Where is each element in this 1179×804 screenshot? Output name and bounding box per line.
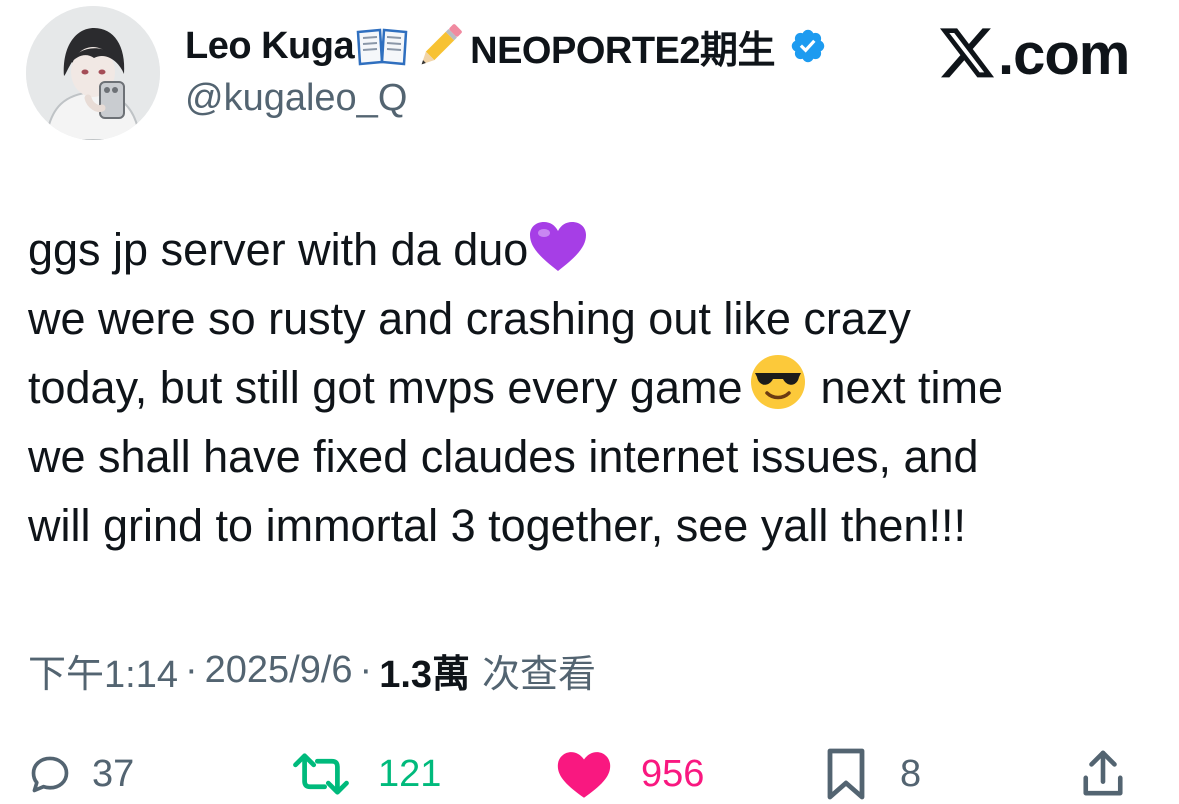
- tweet-line: will grind to immortal 3 together, see y…: [28, 500, 966, 551]
- bookmark-count: 8: [900, 752, 922, 795]
- like-count: 956: [641, 752, 705, 795]
- tweet-line: we shall have fixed claudes internet iss…: [28, 431, 979, 482]
- open-book-emoji: [356, 26, 408, 66]
- tweet-line: ggs jp server with da duo: [28, 215, 1158, 284]
- tweet-meta: 下午1:14 · 2025/9/6 · 1.3萬 次查看: [28, 644, 596, 696]
- x-brand-logo: .com: [940, 22, 1130, 87]
- reply-button[interactable]: 37: [28, 744, 134, 804]
- bookmark-icon: [826, 747, 866, 801]
- author-handle[interactable]: @kugaleo_Q: [185, 77, 407, 120]
- tweet-text: ggs jp server with da duo we were so rus…: [28, 215, 1158, 560]
- retweet-button[interactable]: 121: [290, 744, 441, 804]
- tweet-line: we were so rusty and crashing out like c…: [28, 293, 911, 344]
- heart-icon: [555, 749, 613, 799]
- sunglasses-emoji: [749, 353, 807, 430]
- reply-count: 37: [92, 752, 135, 795]
- tweet-time[interactable]: 下午1:14: [28, 643, 178, 698]
- purple-heart-emoji: [528, 221, 588, 292]
- views-label: 次查看: [482, 653, 597, 696]
- share-icon: [1080, 749, 1126, 799]
- reply-icon: [28, 752, 72, 796]
- like-button[interactable]: 956: [555, 744, 704, 804]
- retweet-count: 121: [378, 752, 442, 795]
- brand-domain: .com: [998, 21, 1130, 87]
- views-count[interactable]: 1.3萬: [379, 643, 470, 698]
- meta-separator: ·: [359, 648, 373, 691]
- tweet-date[interactable]: 2025/9/6: [205, 649, 353, 692]
- x-logo-icon: [940, 28, 996, 80]
- pencil-emoji: [412, 18, 468, 74]
- avatar[interactable]: [26, 6, 160, 140]
- author-name: Leo Kuga: [185, 24, 355, 67]
- author-name-suffix: NEOPORTE2期生: [470, 29, 776, 72]
- bookmark-button[interactable]: 8: [826, 744, 921, 804]
- author-display-name[interactable]: Leo Kuga NEOPORTE2期生: [185, 18, 827, 74]
- share-button[interactable]: [1080, 744, 1126, 804]
- meta-separator: ·: [184, 648, 198, 691]
- tweet-line: today, but still got mvps every game next…: [28, 353, 1158, 422]
- retweet-icon: [290, 752, 352, 796]
- verified-badge-icon[interactable]: [789, 27, 827, 65]
